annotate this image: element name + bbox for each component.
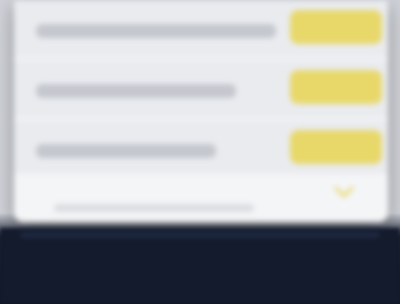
- list-item-label: [36, 144, 216, 158]
- footer-row[interactable]: [14, 174, 388, 222]
- list-item[interactable]: [14, 120, 388, 180]
- bottom-dock: [0, 228, 400, 304]
- chevron-down-icon[interactable]: [332, 182, 356, 202]
- row-action-button[interactable]: [290, 70, 382, 104]
- list-panel: [14, 0, 388, 222]
- footer-divider: [54, 204, 254, 212]
- row-action-button[interactable]: [290, 10, 382, 44]
- list-item[interactable]: [14, 60, 388, 120]
- list-item-label: [36, 84, 236, 98]
- list-item[interactable]: [14, 0, 388, 60]
- dock-bar: [20, 232, 380, 238]
- list-item-label: [36, 24, 276, 38]
- row-action-button[interactable]: [290, 130, 382, 164]
